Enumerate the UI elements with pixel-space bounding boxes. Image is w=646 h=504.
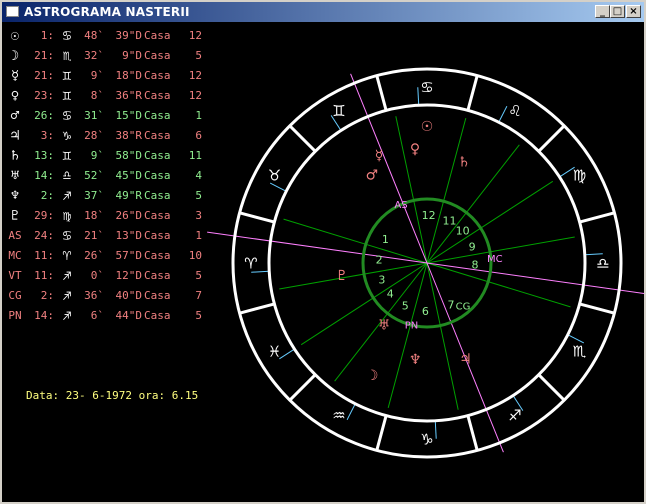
degree-tick <box>269 182 287 192</box>
sign-boundary <box>375 75 388 111</box>
zodiac-libra-icon: ♎ <box>596 254 609 272</box>
neptune-glyph: ♆ <box>409 352 422 368</box>
pluto-glyph: ♇ <box>336 268 349 284</box>
sign-boundary <box>537 124 566 153</box>
venus-glyph: ♀ <box>410 142 420 158</box>
zodiac-gemini-icon: ♊ <box>332 102 345 120</box>
zodiac-scorpio-icon: ♏ <box>573 342 587 360</box>
house-cusp <box>426 262 459 410</box>
zodiac-leo-icon: ♌ <box>508 102 521 120</box>
zodiac-aquarius-icon: ♒ <box>332 407 345 425</box>
house-number-2: 2 <box>376 254 383 267</box>
sign-boundary <box>466 75 479 111</box>
degree-tick <box>346 403 356 421</box>
minimize-button[interactable]: _ <box>595 5 610 18</box>
sign-boundary <box>579 211 615 224</box>
chart-canvas: ☉ 1: ♋ 48` 39"D Casa 12 ☽ 21: ♏ 32` 9"D Casa 5 ☿ 21: ♊ 9`… <box>2 22 644 502</box>
house-number-1: 1 <box>382 233 389 246</box>
sun-glyph: ☉ <box>421 119 434 135</box>
saturn-glyph: ♄ <box>458 154 471 170</box>
moon-glyph: ☽ <box>366 368 379 384</box>
app-window: ASTROGRAMA NASTERII _ □ × ☉ 1: ♋ 48` 39"D Cas… <box>0 0 646 504</box>
sign-boundary <box>375 415 388 451</box>
house-number-9: 9 <box>469 240 476 253</box>
app-icon[interactable] <box>6 6 19 17</box>
house-number-3: 3 <box>378 273 385 286</box>
house-cusp <box>279 262 428 290</box>
midheaven-label: MC <box>487 254 503 265</box>
house-cusp <box>283 218 428 264</box>
house-number-5: 5 <box>402 300 409 313</box>
maximize-button[interactable]: □ <box>610 5 625 18</box>
house-number-8: 8 <box>471 259 478 272</box>
mars-glyph: ♂ <box>366 168 379 184</box>
descendant-axis <box>426 262 644 295</box>
sign-boundary <box>537 373 566 402</box>
sign-boundary <box>288 373 317 402</box>
degree-tick <box>434 420 437 439</box>
house-number-10: 10 <box>456 225 470 238</box>
astro-wheel: ♋♊♉♈♓♒♑♐♏♎♍♌12345 6 789101112☉☿ ♀♂♄♇♅♆☽♃ASM… <box>207 67 644 459</box>
zodiac-capricorn-icon: ♑ <box>420 430 433 448</box>
house-cusp <box>395 116 428 264</box>
house-number-6: 6 <box>422 305 429 318</box>
sign-boundary <box>466 415 479 451</box>
sign-boundary <box>239 211 275 224</box>
zodiac-cancer-icon: ♋ <box>420 78 433 96</box>
zodiac-sagittarius-icon: ♐ <box>508 407 521 425</box>
house-number-11: 11 <box>443 214 457 227</box>
pn-label: PN <box>405 321 419 332</box>
cg-label: CG <box>456 301 471 312</box>
title-bar[interactable]: ASTROGRAMA NASTERII _ □ × <box>2 2 644 22</box>
degree-tick <box>498 105 508 123</box>
degree-tick <box>417 87 420 106</box>
jupiter-glyph: ♃ <box>459 351 472 367</box>
house-number-7: 7 <box>448 298 455 311</box>
uranus-glyph: ♅ <box>378 317 391 333</box>
window-title: ASTROGRAMA NASTERII <box>24 5 190 19</box>
zodiac-pisces-icon: ♓ <box>268 342 281 360</box>
sign-boundary <box>579 302 615 315</box>
house-number-12: 12 <box>422 209 436 222</box>
zodiac-virgo-icon: ♍ <box>573 166 586 184</box>
zodiac-aries-icon: ♈ <box>244 254 257 272</box>
sign-boundary <box>288 124 317 153</box>
ascendant-label: AS <box>394 200 407 211</box>
degree-tick <box>279 348 295 360</box>
zodiac-taurus-icon: ♉ <box>268 166 281 184</box>
mercury-glyph: ☿ <box>375 148 384 164</box>
sign-boundary <box>239 302 275 315</box>
ascendant-axis <box>207 231 428 264</box>
close-button[interactable]: × <box>626 5 641 18</box>
house-number-4: 4 <box>387 288 394 301</box>
